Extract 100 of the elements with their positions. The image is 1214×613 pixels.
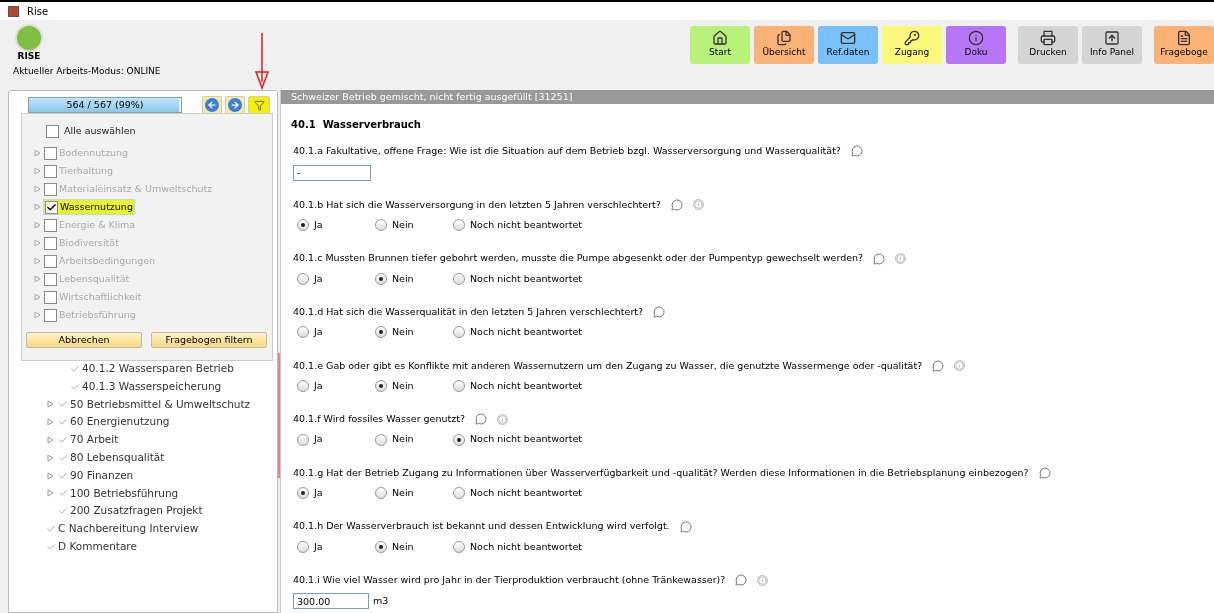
- unit-label: m3: [373, 594, 389, 609]
- checkbox[interactable]: [44, 164, 57, 178]
- input-field[interactable]: -: [293, 164, 371, 181]
- radio-button[interactable]: [375, 219, 387, 232]
- option-label[interactable]: Noch nicht beantwortet: [470, 325, 583, 340]
- checkbox[interactable]: [44, 290, 57, 304]
- toolbar-button[interactable]: Info Panel: [1082, 26, 1142, 64]
- option-label[interactable]: Nein: [392, 325, 414, 340]
- radio-button[interactable]: [453, 219, 465, 232]
- toolbar-button[interactable]: Frageboge: [1154, 26, 1214, 64]
- radio-button[interactable]: [375, 326, 387, 339]
- option-label[interactable]: Ja: [314, 271, 323, 286]
- comment-icon[interactable]: [1038, 466, 1051, 479]
- option-label[interactable]: Ja: [314, 432, 323, 447]
- option-label[interactable]: Noch nicht beantwortet: [470, 218, 583, 233]
- option-label[interactable]: Nein: [392, 218, 414, 233]
- forward-button[interactable]: [225, 96, 245, 114]
- tree-item[interactable]: 40.1.2 Wassersparen Betrieb: [82, 361, 234, 377]
- radio-button[interactable]: [375, 487, 387, 500]
- comment-icon[interactable]: [850, 145, 863, 158]
- toolbar-button[interactable]: Start: [690, 26, 750, 64]
- radio-button[interactable]: [375, 540, 387, 553]
- checkbox[interactable]: [44, 254, 57, 268]
- radio-button[interactable]: [297, 326, 309, 339]
- menu-button[interactable]: Abbrechen: [26, 332, 142, 348]
- option-label[interactable]: Ja: [314, 486, 323, 501]
- option-label[interactable]: Ja: [314, 325, 323, 340]
- question-text: 40.1.h Der Wasserverbrauch ist bekannt und dessen Entwicklung wird verfolgt.: [293, 519, 670, 534]
- radio-button[interactable]: [453, 380, 465, 392]
- radio-button[interactable]: [453, 272, 465, 285]
- arrow-up-icon: [1104, 30, 1120, 47]
- tree-item[interactable]: 50 Betriebsmittel & Umweltschutz: [70, 396, 251, 413]
- checkbox[interactable]: [44, 236, 57, 250]
- checkbox[interactable]: [44, 272, 57, 286]
- input-field[interactable]: 300.00: [293, 593, 369, 610]
- section-title: 40.1 Wasserverbrauch: [290, 118, 422, 133]
- radio-button[interactable]: [375, 380, 387, 392]
- option-label[interactable]: Nein: [392, 539, 414, 554]
- toolbar-button[interactable]: Zugang: [882, 26, 942, 64]
- radio-button[interactable]: [453, 326, 465, 339]
- comment-icon[interactable]: [679, 520, 692, 533]
- back-button[interactable]: [202, 96, 222, 114]
- tree-item[interactable]: 90 Finanzen: [70, 467, 134, 484]
- option-label[interactable]: Nein: [392, 271, 414, 286]
- radio-button[interactable]: [453, 433, 465, 446]
- option-label[interactable]: Nein: [392, 432, 414, 447]
- radio-button[interactable]: [297, 380, 309, 392]
- comment-icon[interactable]: [475, 413, 487, 426]
- tree-item[interactable]: C Nachbereitung Interview: [58, 521, 199, 537]
- comment-icon[interactable]: [735, 574, 748, 587]
- menu-button[interactable]: Fragebogen filtern: [151, 332, 267, 348]
- option-label[interactable]: Ja: [314, 218, 323, 233]
- option-label[interactable]: Nein: [392, 486, 414, 501]
- question-text: 40.1.b Hat sich die Wasserversorgung in den letzten 5 Jahren verschlechtert?: [293, 197, 661, 212]
- radio-button[interactable]: [375, 272, 387, 285]
- toolbar-button[interactable]: Drucken: [1018, 26, 1078, 64]
- radio-button[interactable]: [297, 219, 309, 232]
- tree-item[interactable]: 40.1.3 Wasserspeicherung: [82, 378, 222, 395]
- checkbox[interactable]: [44, 218, 57, 232]
- filter-item[interactable]: Wassernutzung: [43, 199, 135, 216]
- option-label[interactable]: Nein: [392, 378, 414, 394]
- tree-item[interactable]: 80 Lebensqualität: [70, 450, 165, 466]
- option-label[interactable]: Noch nicht beantwortet: [470, 432, 583, 447]
- toolbar-button[interactable]: Ref.daten: [818, 26, 878, 64]
- option-label[interactable]: Ja: [314, 378, 323, 394]
- tree-item[interactable]: D Kommentare: [58, 539, 137, 555]
- checkbox[interactable]: [45, 200, 58, 214]
- tree-item[interactable]: 100 Betriebsführung: [70, 485, 179, 502]
- option-label[interactable]: Noch nicht beantwortet: [470, 539, 583, 554]
- radio-button[interactable]: [297, 272, 309, 285]
- tree-item[interactable]: 60 Energienutzung: [70, 414, 170, 431]
- radio-button[interactable]: [375, 433, 387, 446]
- radio-button[interactable]: [453, 487, 465, 500]
- radio-button[interactable]: [297, 487, 309, 500]
- option-label[interactable]: Noch nicht beantwortet: [470, 486, 583, 501]
- tree-item[interactable]: 200 Zusatzfragen Projekt: [70, 503, 203, 520]
- radio-button[interactable]: [297, 540, 309, 553]
- checkbox[interactable]: [44, 308, 57, 322]
- radio-button[interactable]: [453, 540, 465, 553]
- printer-icon: [1040, 30, 1056, 47]
- question-text: 40.1.a Fakultative, offene Frage: Wie ist die Situation auf dem Betrieb bzgl. Wasserversorgung und Wasserqualität?: [293, 144, 841, 159]
- comment-icon[interactable]: [653, 306, 666, 319]
- scrollbar-thumb[interactable]: [278, 353, 280, 478]
- arrow-right-icon: [230, 100, 240, 110]
- toolbar-button[interactable]: Doku: [946, 26, 1006, 64]
- toolbar-button[interactable]: Übersicht: [754, 26, 814, 64]
- checkbox-label[interactable]: Alle auswählen: [64, 124, 136, 139]
- checkbox[interactable]: [46, 124, 59, 138]
- option-label[interactable]: Noch nicht beantwortet: [470, 378, 583, 394]
- documents-icon: [776, 30, 792, 47]
- checkbox[interactable]: [44, 182, 57, 196]
- radio-button[interactable]: [297, 433, 309, 446]
- checkbox[interactable]: [44, 146, 57, 160]
- filter-button[interactable]: [248, 96, 270, 114]
- comment-icon[interactable]: [873, 252, 886, 265]
- option-label[interactable]: Ja: [314, 539, 323, 554]
- tree-item[interactable]: 70 Arbeit: [70, 432, 119, 448]
- comment-icon[interactable]: [670, 198, 683, 211]
- option-label[interactable]: Noch nicht beantwortet: [470, 271, 583, 286]
- comment-icon[interactable]: [932, 359, 945, 372]
